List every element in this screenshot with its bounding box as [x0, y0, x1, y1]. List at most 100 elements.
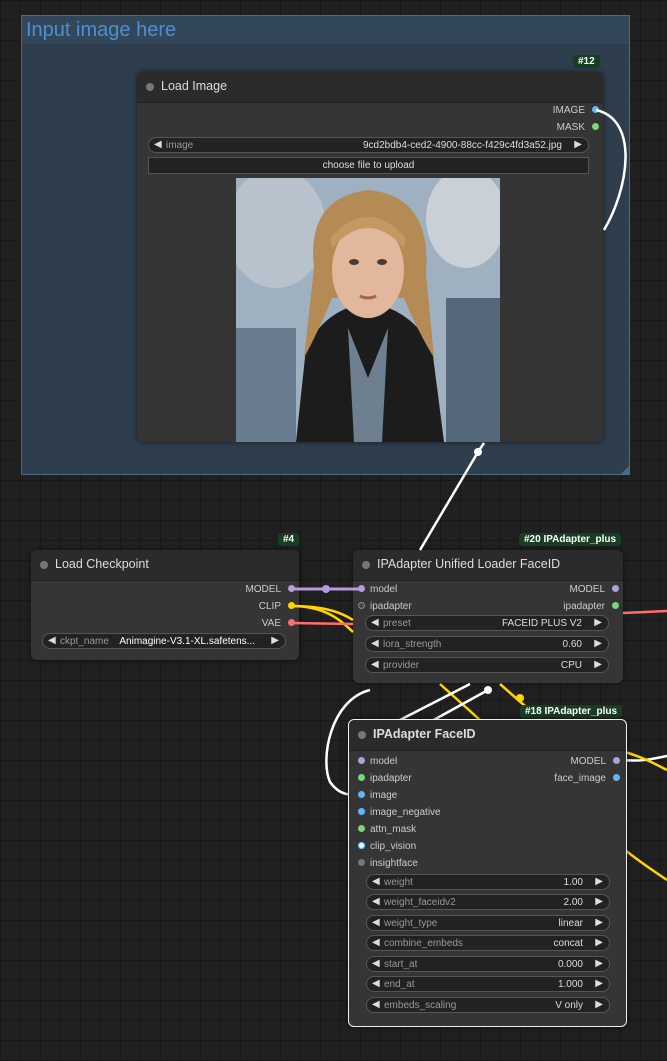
- arrow-left-icon[interactable]: ◀: [372, 978, 380, 989]
- input-socket-ipadapter[interactable]: [358, 602, 365, 609]
- widget-value: 0.000: [557, 959, 583, 970]
- weight-faceidv2-number-widget[interactable]: ◀ weight_faceidv2 2.00 ▶: [366, 894, 610, 910]
- provider-combo-widget[interactable]: ◀ provider CPU ▶: [365, 657, 609, 673]
- arrow-left-icon[interactable]: ◀: [372, 917, 380, 928]
- input-socket-attn-mask[interactable]: [358, 825, 365, 832]
- collapse-dot-icon[interactable]: [358, 731, 366, 739]
- widget-name: weight_type: [384, 918, 438, 929]
- arrow-left-icon[interactable]: ◀: [372, 958, 380, 969]
- widget-name: ckpt_name: [60, 636, 109, 647]
- start-at-number-widget[interactable]: ◀ start_at 0.000 ▶: [366, 956, 610, 972]
- load-image-node[interactable]: Load Image IMAGE MASK ◀ image 9cd2bdb4-c…: [137, 72, 603, 442]
- widget-value: Animagine-V3.1-XL.safetens...: [119, 636, 255, 647]
- arrow-right-icon[interactable]: ▶: [594, 617, 602, 628]
- arrow-right-icon[interactable]: ▶: [595, 876, 603, 887]
- arrow-right-icon[interactable]: ▶: [595, 896, 603, 907]
- arrow-right-icon[interactable]: ▶: [595, 958, 603, 969]
- widget-name: weight: [384, 877, 413, 888]
- output-socket-model[interactable]: [288, 585, 295, 592]
- arrow-left-icon[interactable]: ◀: [371, 638, 379, 649]
- collapse-dot-icon[interactable]: [40, 561, 48, 569]
- arrow-left-icon[interactable]: ◀: [371, 617, 379, 628]
- arrow-right-icon[interactable]: ▶: [594, 638, 602, 649]
- output-socket-vae[interactable]: [288, 619, 295, 626]
- end-at-number-widget[interactable]: ◀ end_at 1.000 ▶: [366, 976, 610, 992]
- arrow-left-icon[interactable]: ◀: [154, 139, 162, 150]
- widget-name: combine_embeds: [384, 938, 463, 949]
- input-socket-image-negative[interactable]: [358, 808, 365, 815]
- output-socket-ipadapter[interactable]: [612, 602, 619, 609]
- arrow-left-icon[interactable]: ◀: [372, 876, 380, 887]
- wire-model-out: [620, 754, 667, 762]
- wire-clip-out-2: [624, 849, 667, 882]
- output-socket-model[interactable]: [613, 757, 620, 764]
- widget-value: 2.00: [563, 897, 583, 908]
- output-socket-model[interactable]: [612, 585, 619, 592]
- lora-strength-number-widget[interactable]: ◀ lora_strength 0.60 ▶: [365, 636, 609, 652]
- node-title: Load Checkpoint: [55, 557, 149, 571]
- image-combo-widget[interactable]: ◀ image 9cd2bdb4-ced2-4900-88cc-f429c4fd…: [148, 137, 589, 153]
- widget-name: weight_faceidv2: [384, 897, 456, 908]
- output-label-image: IMAGE: [552, 105, 585, 116]
- output-label-mask: MASK: [556, 122, 585, 133]
- wire-clip-2: [290, 604, 354, 633]
- preset-combo-widget[interactable]: ◀ preset FACEID PLUS V2 ▶: [365, 615, 609, 631]
- arrow-left-icon[interactable]: ◀: [372, 896, 380, 907]
- widget-value: linear: [558, 918, 583, 929]
- arrow-right-icon[interactable]: ▶: [595, 999, 603, 1010]
- input-socket-clip-vision[interactable]: [358, 842, 365, 849]
- node-id-badge: #18 IPAdapter_plus: [520, 705, 623, 718]
- reroute-dot: [516, 694, 524, 702]
- group-resize-handle[interactable]: [621, 466, 629, 474]
- arrow-right-icon[interactable]: ▶: [594, 659, 602, 670]
- output-socket-clip[interactable]: [288, 602, 295, 609]
- output-socket-mask[interactable]: [592, 123, 599, 130]
- weight-type-combo-widget[interactable]: ◀ weight_type linear ▶: [366, 915, 610, 931]
- widget-name: provider: [383, 660, 420, 671]
- input-socket-image[interactable]: [358, 791, 365, 798]
- node-id-badge: #12: [573, 55, 600, 68]
- node-header[interactable]: IPAdapter FaceID: [349, 720, 626, 751]
- node-id-badge: #4: [278, 533, 300, 546]
- node-header[interactable]: IPAdapter Unified Loader FaceID: [353, 550, 623, 581]
- input-socket-ipadapter[interactable]: [358, 774, 365, 781]
- output-socket-face-image[interactable]: [613, 774, 620, 781]
- ipadapter-faceid-node[interactable]: IPAdapter FaceID model ipadapter image i…: [348, 719, 627, 1027]
- input-label-ipadapter: ipadapter: [370, 601, 412, 612]
- arrow-right-icon[interactable]: ▶: [271, 635, 279, 646]
- arrow-left-icon[interactable]: ◀: [372, 999, 380, 1010]
- widget-value: 1.00: [563, 877, 583, 888]
- widget-name: end_at: [384, 979, 415, 990]
- weight-number-widget[interactable]: ◀ weight 1.00 ▶: [366, 874, 610, 890]
- wire-white-mid: [395, 682, 471, 724]
- input-label-ipadapter: ipadapter: [370, 773, 412, 784]
- wire-vae: [290, 621, 354, 626]
- upload-button[interactable]: choose file to upload: [148, 157, 589, 174]
- arrow-right-icon[interactable]: ▶: [595, 937, 603, 948]
- arrow-right-icon[interactable]: ▶: [595, 917, 603, 928]
- input-socket-model[interactable]: [358, 757, 365, 764]
- arrow-left-icon[interactable]: ◀: [371, 659, 379, 670]
- arrow-right-icon[interactable]: ▶: [574, 139, 582, 150]
- input-label-insightface: insightface: [370, 858, 418, 869]
- arrow-left-icon[interactable]: ◀: [48, 635, 56, 646]
- ipadapter-unified-loader-node[interactable]: IPAdapter Unified Loader FaceID model ip…: [353, 550, 623, 683]
- output-socket-image[interactable]: [592, 106, 599, 113]
- collapse-dot-icon[interactable]: [362, 561, 370, 569]
- node-header[interactable]: Load Checkpoint: [31, 550, 299, 581]
- load-checkpoint-node[interactable]: Load Checkpoint MODEL CLIP VAE ◀ ckpt_na…: [31, 550, 299, 660]
- node-header[interactable]: Load Image: [137, 72, 603, 103]
- ckpt-name-combo-widget[interactable]: ◀ ckpt_name Animagine-V3.1-XL.safetens..…: [42, 633, 286, 649]
- embeds-scaling-combo-widget[interactable]: ◀ embeds_scaling V only ▶: [366, 997, 610, 1013]
- wire-white-mid-2: [429, 688, 489, 724]
- collapse-dot-icon[interactable]: [146, 83, 154, 91]
- widget-value: 0.60: [562, 639, 582, 650]
- input-socket-insightface[interactable]: [358, 859, 365, 866]
- arrow-right-icon[interactable]: ▶: [595, 978, 603, 989]
- arrow-left-icon[interactable]: ◀: [372, 937, 380, 948]
- combine-embeds-combo-widget[interactable]: ◀ combine_embeds concat ▶: [366, 935, 610, 951]
- input-socket-model[interactable]: [358, 585, 365, 592]
- input-label-model: model: [370, 584, 398, 595]
- output-label-model: MODEL: [570, 756, 606, 767]
- widget-name: image: [166, 140, 194, 151]
